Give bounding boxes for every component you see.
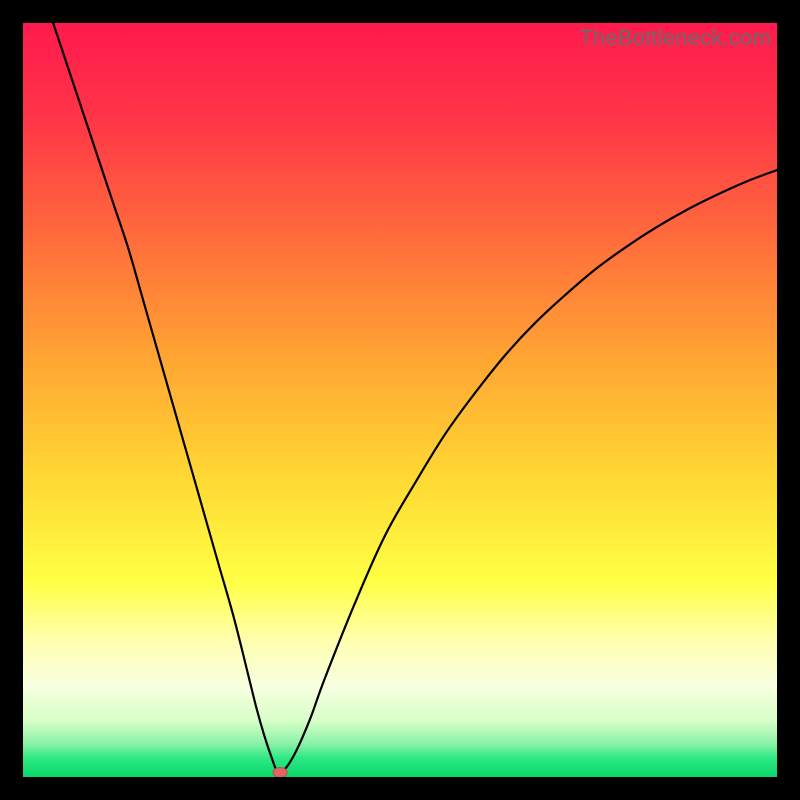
watermark-text: TheBottleneck.com bbox=[579, 25, 771, 51]
optimal-point-marker bbox=[273, 767, 287, 777]
bottleneck-chart bbox=[23, 23, 777, 777]
chart-frame: TheBottleneck.com bbox=[23, 23, 777, 777]
gradient-background bbox=[23, 23, 777, 777]
